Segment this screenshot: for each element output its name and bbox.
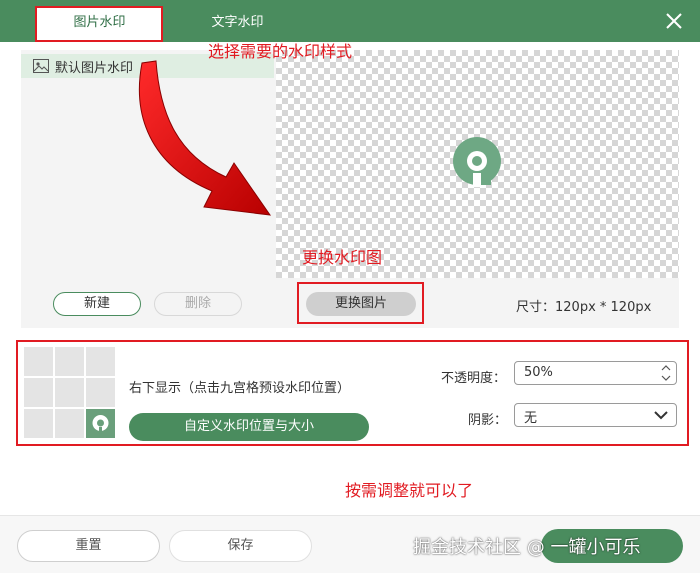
tab-text-watermark[interactable]: 文字水印 [175,8,300,40]
highlight-tab-box [35,6,163,42]
close-icon[interactable] [664,11,684,31]
image-icon [33,59,49,73]
highlight-replace-box [297,282,424,324]
list-item-label: 默认图片水印 [55,61,134,76]
size-text: 尺寸：120px * 120px [516,300,652,315]
new-button[interactable]: 新建 [53,292,141,316]
save-button[interactable]: 保存 [169,530,312,562]
delete-button[interactable]: 删除 [154,292,242,316]
reset-button[interactable]: 重置 [17,530,160,562]
curved-arrow-icon [138,60,272,216]
highlight-settings-box [16,340,689,446]
annotation-adjust: 按需调整就可以了 [345,481,474,500]
annotation-replace-image: 更换水印图 [302,248,383,267]
community-watermark: 掘金技术社区 @ 一罐小可乐 [413,537,641,558]
logo-icon [453,137,501,187]
